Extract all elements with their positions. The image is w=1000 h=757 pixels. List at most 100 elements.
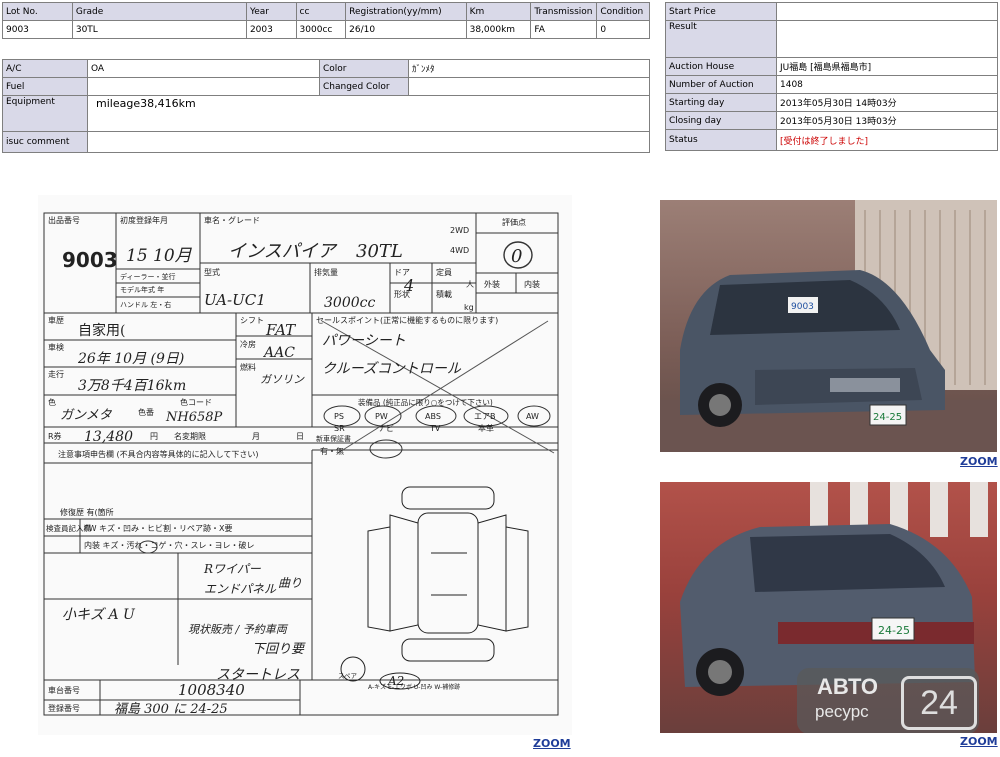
year-header: Year [245,2,297,21]
sheet-fuel-label: 燃料 [240,362,256,372]
sheet-model-year-label: モデル年式 年 [120,285,164,294]
sheet-interior-row: 内装 キズ・汚れ・コゲ・穴・スレ・ヨレ・破レ [84,540,255,550]
sheet-usage-label: 車歴 [48,315,64,325]
sheet-equip-navi: ナビ [378,424,394,433]
equipment-value: mileage38,416km [87,95,650,132]
sheet-interior-label: 内装 [524,279,540,289]
comment-label: isuc comment [2,131,88,153]
fuel-label: Fuel [2,77,88,96]
sheet-plate-label: 登録番号 [48,703,80,713]
sheet-equip-pw: PW [375,412,388,421]
rear-photo-zoom-link[interactable]: ZOOM [960,735,998,748]
sheet-exterior-label: 外装 [484,279,500,289]
front-photo-zoom-link[interactable]: ZOOM [960,455,998,468]
sheet-load-unit: kg [464,303,474,312]
ac-label: A/C [2,59,88,78]
sheet-recycle-amount: 13,480 [84,429,133,445]
lot-no-value: 9003 [2,20,73,39]
color-label: Color [319,59,409,78]
sheet-zoom-link[interactable]: ZOOM [533,737,571,750]
car-front-drawing: 9003 24-25 [660,200,997,452]
sheet-mileage-label: 走行 [48,369,64,379]
sheet-note-4: 現状販売 / 予約車両 [188,623,289,636]
sheet-day-label: 日 [296,432,304,441]
sheet-fw-row: FW キズ・凹み・ヒビ割・リペア跡・X要 [84,523,233,533]
sheet-equip-tv: TV [429,424,441,433]
sheet-equipment-label: 装備品 (純正品に限り○をつけて下さい) [358,397,493,407]
front-plate-text: 24-25 [873,412,902,423]
sheet-car-name: インスパイア [228,241,338,262]
sheet-fuel: ガソリン [260,373,305,386]
sheet-aircon: AAC [262,345,295,361]
watermark-brand: АВТО [817,674,878,699]
result-label: Result [665,20,777,58]
closing-day-label: Closing day [665,111,777,130]
car-front-photo[interactable]: 9003 24-25 [660,200,997,452]
start-price-value [776,2,998,21]
sheet-aircon-label: 冷房 [240,339,256,349]
condition-value: 0 [596,20,650,39]
cc-header: cc [295,2,347,21]
starting-day-label: Starting day [665,93,777,112]
sheet-color-label: 色 [48,397,56,407]
equipment-label: Equipment [2,95,88,132]
sheet-equip-airbag: エアB [474,412,496,421]
sheet-grade: 30TL [356,241,403,262]
sheet-displacement: 3000cc [324,295,375,311]
sheet-color-code-label: 色コード [180,397,212,407]
auction-house-value: JU福島 [福島県福島市] [776,57,998,76]
result-value [776,20,998,58]
watermark-sub: ресурс [815,702,869,721]
watermark-number: 24 [901,676,977,730]
cc-value: 3000cc [295,20,347,39]
ac-value: OA [87,59,320,78]
sheet-lot-number: 9003 [62,248,118,272]
sheet-usage: 自家用( [78,322,125,339]
sheet-note-2: エンドパネル [204,582,277,596]
sheet-repair-label: 修復歴 有(箇所 [60,507,114,517]
sheet-type-label: 型式 [204,267,220,277]
sheet-chassis-label: 車台番号 [48,685,80,695]
changed-color-value [408,77,650,96]
sheet-inspection-label: 車検 [48,342,64,352]
registration-value: 26/10 [345,20,467,39]
sheet-name-grade-label: 車名・グレード [204,215,260,225]
sheet-color-code: NH658P [165,410,223,425]
comment-value [87,131,650,153]
sheet-equip-sr: SR [334,424,345,433]
grade-value: 30TL [71,20,247,39]
grade-header: Grade [71,2,247,21]
car-rear-photo[interactable]: 24-25 АВТО ресурс 24 [660,482,997,733]
auction-sheet-image[interactable]: 出品番号 初度登録年月 車名・グレード 2WD 4WD 評価点 外装 内装 ディ… [38,195,572,735]
sheet-new-warranty-value: 有・無 [320,446,344,456]
sheet-equip-leather: 本革 [478,423,494,433]
sheet-new-warranty-label: 新車保証書 [316,434,351,443]
sheet-capacity-unit: 人 [466,280,474,289]
changed-color-label: Changed Color [319,77,409,96]
km-value: 38,000km [465,20,532,39]
auction-sheet-drawing: 出品番号 初度登録年月 車名・グレード 2WD 4WD 評価点 外装 内装 ディ… [43,212,559,717]
sheet-shift-label: シフト [240,316,264,325]
sheet-recycle-label: R券 [48,431,62,441]
transmission-header: Transmission [530,2,598,21]
rear-plate-text: 24-25 [878,624,910,637]
lot-table-value-row: 9003 30TL 2003 3000cc 26/10 38,000km FA … [2,20,650,39]
sheet-expiry-label: 名変期限 [174,431,206,441]
status-value: [受付は終了しました] [776,129,998,151]
sheet-equip-aw: AW [526,412,539,421]
year-value: 2003 [245,20,297,39]
auction-table: Start Price Result Auction House JU福島 [福… [665,2,998,151]
sheet-note-1: Rワイパー [203,562,262,576]
sheet-note-5: 下回り要 [252,642,306,657]
sheet-score: 0 [511,246,522,267]
sheet-first-reg: 15 10月 [126,246,193,266]
sheet-a2-label: A2 [387,674,404,688]
sheet-sale-points-label: セールスポイント(正常に機能するものに限ります) [316,315,498,325]
sheet-equip-ps: PS [334,412,344,421]
sheet-color: ガンメタ [60,408,113,423]
lot-table: Lot No. Grade Year cc Registration(yy/mm… [2,2,650,39]
sheet-type-value: UA-UC1 [204,291,266,309]
sheet-note-3: 小キズ A U [62,607,136,623]
sheet-spare-label: スペア [338,672,358,680]
color-value: ｶﾞﾝﾒﾀ [408,59,650,78]
